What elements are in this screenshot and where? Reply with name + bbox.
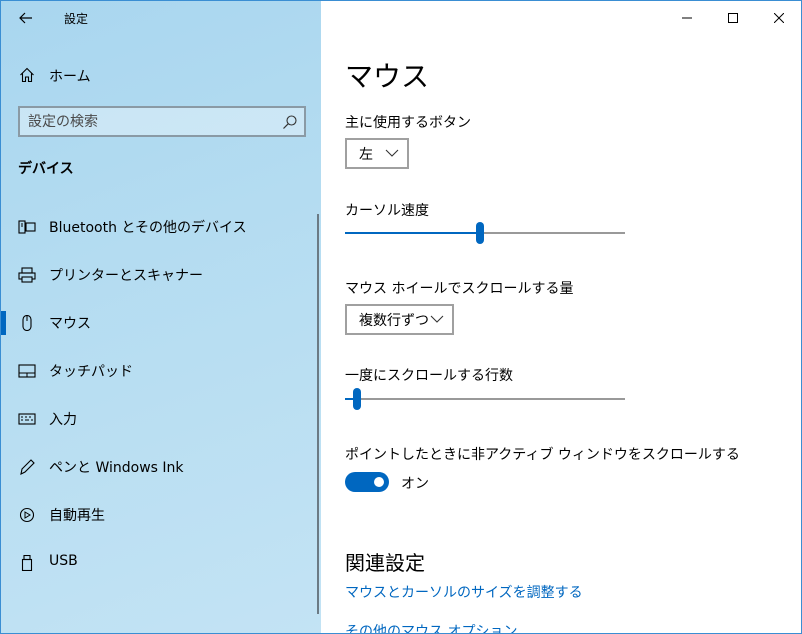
page-title: マウス bbox=[345, 60, 430, 93]
sidebar-item-bluetooth[interactable]: Bluetooth とその他のデバイス bbox=[1, 207, 316, 247]
slider-thumb[interactable] bbox=[476, 222, 484, 244]
wheel-scroll-value: 複数行ずつ bbox=[359, 312, 429, 329]
sidebar-item-mouse[interactable]: マウス bbox=[1, 303, 316, 343]
link-adjust-cursor-size[interactable]: マウスとカーソルのサイズを調整する bbox=[345, 582, 583, 602]
sidebar-item-pen[interactable]: ペンと Windows Ink bbox=[1, 447, 316, 487]
slider-fill bbox=[345, 398, 353, 400]
mouse-icon bbox=[22, 315, 32, 331]
usb-icon bbox=[21, 555, 33, 571]
nav-home-label: ホーム bbox=[49, 69, 91, 85]
back-arrow-icon bbox=[19, 12, 32, 24]
primary-button-value: 左 bbox=[359, 146, 373, 163]
cursor-speed-slider[interactable] bbox=[345, 221, 625, 245]
sidebar-item-label: USB bbox=[49, 553, 78, 569]
maximize-icon bbox=[728, 12, 738, 23]
close-button[interactable] bbox=[756, 1, 801, 34]
sidebar-scrollbar[interactable] bbox=[317, 214, 319, 614]
slider-track bbox=[345, 398, 625, 400]
search-box[interactable] bbox=[18, 106, 306, 137]
home-icon bbox=[20, 67, 34, 83]
maximize-button[interactable] bbox=[710, 1, 756, 34]
cursor-speed-label: カーソル速度 bbox=[345, 203, 429, 219]
pen-icon bbox=[20, 459, 35, 475]
lines-to-scroll-label: 一度にスクロールする行数 bbox=[345, 368, 513, 384]
inactive-scroll-state: オン bbox=[401, 476, 429, 492]
app-title: 設定 bbox=[64, 12, 89, 26]
toggle-knob bbox=[374, 477, 384, 487]
autoplay-icon bbox=[19, 507, 35, 523]
sidebar-item-label: マウス bbox=[49, 316, 91, 332]
sidebar-item-autoplay[interactable]: 自動再生 bbox=[1, 495, 316, 535]
sidebar: 設定 ホーム デバイス Bluetooth とその他のデバイス プリンターとスキ… bbox=[1, 1, 321, 633]
inactive-scroll-toggle[interactable] bbox=[345, 472, 389, 492]
sidebar-item-printers[interactable]: プリンターとスキャナー bbox=[1, 255, 316, 295]
link-more-mouse-options[interactable]: その他のマウス オプション bbox=[345, 621, 517, 633]
wheel-scroll-label: マウス ホイールでスクロールする量 bbox=[345, 281, 574, 297]
sidebar-item-label: Bluetooth とその他のデバイス bbox=[49, 220, 247, 236]
bluetooth-devices-icon bbox=[18, 220, 36, 234]
inactive-scroll-label: ポイントしたときに非アクティブ ウィンドウをスクロールする bbox=[345, 447, 740, 463]
settings-window: 設定 ホーム デバイス Bluetooth とその他のデバイス プリンターとスキ… bbox=[0, 0, 802, 634]
sidebar-item-input[interactable]: 入力 bbox=[1, 399, 316, 439]
minimize-button[interactable] bbox=[664, 1, 710, 34]
back-button[interactable] bbox=[13, 5, 39, 31]
search-icon[interactable] bbox=[282, 114, 298, 130]
touchpad-icon bbox=[18, 364, 36, 378]
primary-button-label: 主に使用するボタン bbox=[345, 115, 471, 131]
close-icon bbox=[774, 12, 784, 23]
lines-to-scroll-slider[interactable] bbox=[345, 387, 625, 411]
primary-button-dropdown[interactable]: 左 bbox=[345, 138, 409, 169]
minimize-icon bbox=[682, 17, 692, 18]
wheel-scroll-dropdown[interactable]: 複数行ずつ bbox=[345, 304, 454, 335]
slider-thumb[interactable] bbox=[353, 388, 361, 410]
chevron-down-icon bbox=[385, 149, 399, 157]
section-title: デバイス bbox=[18, 161, 74, 177]
chevron-down-icon bbox=[430, 315, 444, 323]
sidebar-item-usb[interactable]: USB bbox=[1, 543, 316, 583]
sidebar-item-label: ペンと Windows Ink bbox=[49, 460, 184, 476]
sidebar-item-label: 入力 bbox=[49, 412, 77, 428]
sidebar-item-touchpad[interactable]: タッチパッド bbox=[1, 351, 316, 391]
main-content: マウス 主に使用するボタン 左 カーソル速度 マウス ホイールでスクロールする量… bbox=[321, 1, 801, 633]
keyboard-icon bbox=[18, 413, 36, 425]
search-input[interactable] bbox=[28, 112, 278, 132]
printer-icon bbox=[18, 267, 36, 283]
sidebar-item-label: タッチパッド bbox=[49, 364, 133, 380]
slider-fill bbox=[345, 232, 476, 234]
related-settings-title: 関連設定 bbox=[345, 551, 425, 575]
sidebar-item-label: 自動再生 bbox=[49, 508, 105, 524]
sidebar-item-label: プリンターとスキャナー bbox=[49, 268, 203, 284]
nav-home[interactable]: ホーム bbox=[1, 57, 321, 93]
